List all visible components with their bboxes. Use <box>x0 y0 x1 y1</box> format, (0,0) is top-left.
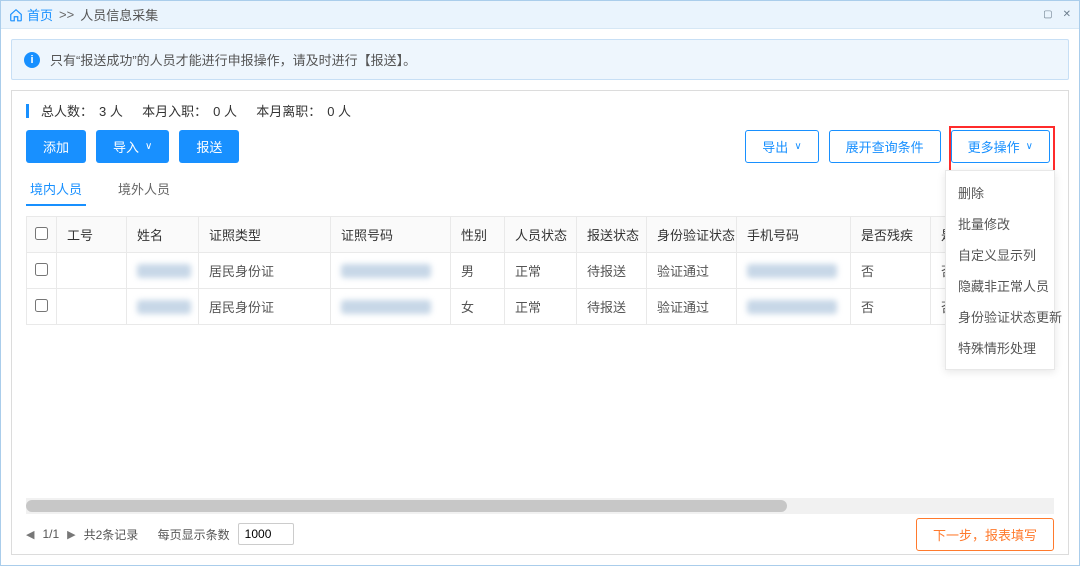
cell-bszt: 待报送 <box>577 253 647 289</box>
pager-page: 1/1 <box>42 527 59 541</box>
value-total: 3 人 <box>99 101 123 120</box>
cell-sjhm <box>737 289 851 325</box>
tab-domestic[interactable]: 境内人员 <box>26 173 86 206</box>
label-total: 总人数： <box>41 101 93 120</box>
th-sfzzt: 身份验证状态 <box>647 217 737 253</box>
value-hired: 0 人 <box>213 101 237 120</box>
menu-batch-edit[interactable]: 批量修改 <box>946 208 1054 239</box>
pager-next[interactable]: ▶ <box>67 528 75 541</box>
add-button[interactable]: 添加 <box>26 130 86 163</box>
cell-ryzt: 正常 <box>505 289 577 325</box>
breadcrumb: 首页 >> 人员信息采集 <box>9 5 158 24</box>
menu-hide-abnormal[interactable]: 隐藏非正常人员 <box>946 270 1054 301</box>
th-sjhm: 手机号码 <box>737 217 851 253</box>
alert-text: 只有“报送成功”的人员才能进行申报操作，请及时进行【报送】。 <box>50 50 416 69</box>
th-xb: 性别 <box>451 217 505 253</box>
stat-accent <box>26 104 29 118</box>
per-page-label: 每页显示条数 <box>158 526 230 543</box>
pager-total: 共2条记录 <box>84 526 139 543</box>
redacted-id <box>341 300 431 314</box>
cell-zjhm <box>331 253 451 289</box>
th-ryzt: 人员状态 <box>505 217 577 253</box>
label-hired: 本月入职： <box>142 101 207 120</box>
redacted-id <box>341 264 431 278</box>
cell-zjlx: 居民身份证 <box>199 289 331 325</box>
cell-bszt: 待报送 <box>577 289 647 325</box>
cell-xm <box>127 289 199 325</box>
info-icon: i <box>24 52 40 68</box>
more-label: 更多操作 <box>968 137 1020 156</box>
th-zjlx: 证照类型 <box>199 217 331 253</box>
cell-sfcj: 否 <box>851 289 931 325</box>
menu-id-refresh[interactable]: 身份验证状态更新 <box>946 301 1054 332</box>
th-sfcj: 是否残疾 <box>851 217 931 253</box>
chevron-down-icon: ∨ <box>1026 141 1033 152</box>
cell-ryzt: 正常 <box>505 253 577 289</box>
h-scrollbar-thumb[interactable] <box>26 500 787 512</box>
breadcrumb-current: 人员信息采集 <box>80 5 158 24</box>
tab-foreign[interactable]: 境外人员 <box>114 173 174 206</box>
cell-xb: 男 <box>451 253 505 289</box>
people-table: 工号 姓名 证照类型 证照号码 性别 人员状态 报送状态 身份验证状态 手机号码… <box>26 216 1054 325</box>
checkbox-row[interactable] <box>35 299 48 312</box>
import-label: 导入 <box>113 137 139 156</box>
cell-sfzzt: 验证通过 <box>647 289 737 325</box>
redacted-phone <box>747 300 837 314</box>
label-left: 本月离职： <box>256 101 321 120</box>
info-alert: i 只有“报送成功”的人员才能进行申报操作，请及时进行【报送】。 <box>11 39 1069 80</box>
h-scrollbar[interactable] <box>26 498 1054 514</box>
report-button[interactable]: 报送 <box>179 130 239 163</box>
chevron-down-icon: ∨ <box>794 141 801 152</box>
cell-xm <box>127 253 199 289</box>
th-xm: 姓名 <box>127 217 199 253</box>
cell-gh <box>57 289 127 325</box>
cell-gh <box>57 253 127 289</box>
export-button[interactable]: 导出 ∨ <box>745 130 818 163</box>
close-icon[interactable]: ✕ <box>1063 9 1071 20</box>
th-bszt: 报送状态 <box>577 217 647 253</box>
value-left: 0 人 <box>327 101 351 120</box>
th-gh: 工号 <box>57 217 127 253</box>
checkbox-row[interactable] <box>35 263 48 276</box>
maximize-icon[interactable]: ▢ <box>1043 9 1052 20</box>
more-actions-dropdown: 删除 批量修改 自定义显示列 隐藏非正常人员 身份验证状态更新 特殊情形处理 <box>945 170 1055 370</box>
redacted-phone <box>747 264 837 278</box>
next-step-button[interactable]: 下一步，报表填写 <box>916 518 1054 551</box>
export-label: 导出 <box>762 137 788 156</box>
breadcrumb-home-link[interactable]: 首页 <box>27 5 53 24</box>
chevron-down-icon: ∨ <box>145 141 152 152</box>
cell-sfzzt: 验证通过 <box>647 253 737 289</box>
per-page-input[interactable] <box>238 523 294 545</box>
redacted-name <box>137 264 191 278</box>
cell-zjlx: 居民身份证 <box>199 253 331 289</box>
expand-filter-button[interactable]: 展开查询条件 <box>829 130 941 163</box>
cell-sjhm <box>737 253 851 289</box>
redacted-name <box>137 300 191 314</box>
pager-prev[interactable]: ◀ <box>26 528 34 541</box>
checkbox-all[interactable] <box>35 227 48 240</box>
stats-bar: 总人数： 3 人 本月入职： 0 人 本月离职： 0 人 <box>12 91 1068 126</box>
th-zjhm: 证照号码 <box>331 217 451 253</box>
cell-sfcj: 否 <box>851 253 931 289</box>
cell-zjhm <box>331 289 451 325</box>
breadcrumb-sep: >> <box>59 7 74 22</box>
table-row[interactable]: 居民身份证 男 正常 待报送 验证通过 否 否 <box>27 253 1054 289</box>
more-actions-button[interactable]: 更多操作 ∨ <box>951 130 1050 163</box>
menu-delete[interactable]: 删除 <box>946 177 1054 208</box>
home-icon <box>9 8 23 22</box>
menu-special[interactable]: 特殊情形处理 <box>946 332 1054 363</box>
import-button[interactable]: 导入 ∨ <box>96 130 169 163</box>
menu-custom-cols[interactable]: 自定义显示列 <box>946 239 1054 270</box>
cell-xb: 女 <box>451 289 505 325</box>
table-row[interactable]: 居民身份证 女 正常 待报送 验证通过 否 否 <box>27 289 1054 325</box>
table-empty-area <box>26 325 1054 498</box>
